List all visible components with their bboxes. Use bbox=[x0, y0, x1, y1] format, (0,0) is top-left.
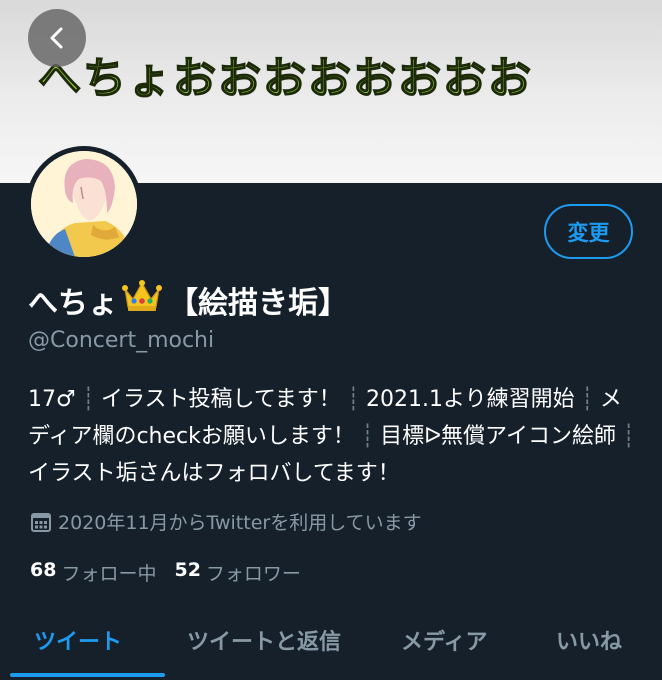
bio-separator: ┊ bbox=[346, 387, 361, 412]
bio-separator: ┊ bbox=[81, 387, 95, 412]
avatar-illustration bbox=[31, 151, 137, 257]
bio-item: 2021.1より練習開始 bbox=[366, 387, 575, 412]
joined-date: 2020年11月からTwitterを利用しています bbox=[30, 508, 422, 535]
bio-item: 17♂ bbox=[28, 387, 76, 412]
chevron-left-icon bbox=[50, 27, 63, 49]
tab-media[interactable]: メディア bbox=[401, 624, 487, 656]
profile-name: へちょ 【絵描き垢】 bbox=[28, 278, 348, 322]
bio-separator: ┊ bbox=[580, 387, 594, 412]
following-label[interactable]: フォロー中 bbox=[61, 559, 156, 586]
profile-handle: @Concert_mochi bbox=[28, 328, 215, 353]
avatar[interactable] bbox=[26, 146, 142, 262]
bio-item: 目標ᐅ無償アイコン絵師 bbox=[380, 424, 616, 449]
tab-tweets-and-replies[interactable]: ツイートと返信 bbox=[187, 624, 341, 656]
profile-tabs: ツイート ツイートと返信 メディア いいね bbox=[0, 610, 662, 680]
back-button[interactable] bbox=[28, 9, 86, 67]
tab-tweets[interactable]: ツイート bbox=[34, 624, 122, 656]
followers-count[interactable]: 52 bbox=[174, 559, 200, 586]
name-prefix: へちょ bbox=[28, 286, 118, 321]
calendar-icon bbox=[31, 512, 51, 532]
follow-stats: 68 フォロー中 52 フォロワー bbox=[30, 559, 319, 586]
bio-item: イラスト垢さんはフォロバしてます！ bbox=[28, 461, 400, 486]
tab-likes[interactable]: いいね bbox=[556, 624, 622, 656]
joined-text: 2020年11月からTwitterを利用しています bbox=[58, 512, 422, 534]
bio-separator: ┊ bbox=[360, 424, 375, 449]
following-count[interactable]: 68 bbox=[30, 559, 56, 586]
banner-text: へちょおおおおおおおお bbox=[37, 53, 533, 105]
bio-item: イラスト投稿してます！ bbox=[100, 387, 341, 412]
crown-icon bbox=[122, 279, 162, 321]
active-tab-indicator bbox=[10, 673, 165, 677]
profile-bio: 17♂ ┊ イラスト投稿してます！ ┊ 2021.1より練習開始 ┊ メディア欄のcheck… bbox=[28, 381, 643, 492]
bio-separator: ┊ bbox=[621, 424, 636, 449]
name-suffix: 【絵描き垢】 bbox=[168, 286, 348, 321]
followers-label[interactable]: フォロワー bbox=[206, 559, 301, 586]
edit-profile-button[interactable]: 変更 bbox=[544, 204, 633, 259]
